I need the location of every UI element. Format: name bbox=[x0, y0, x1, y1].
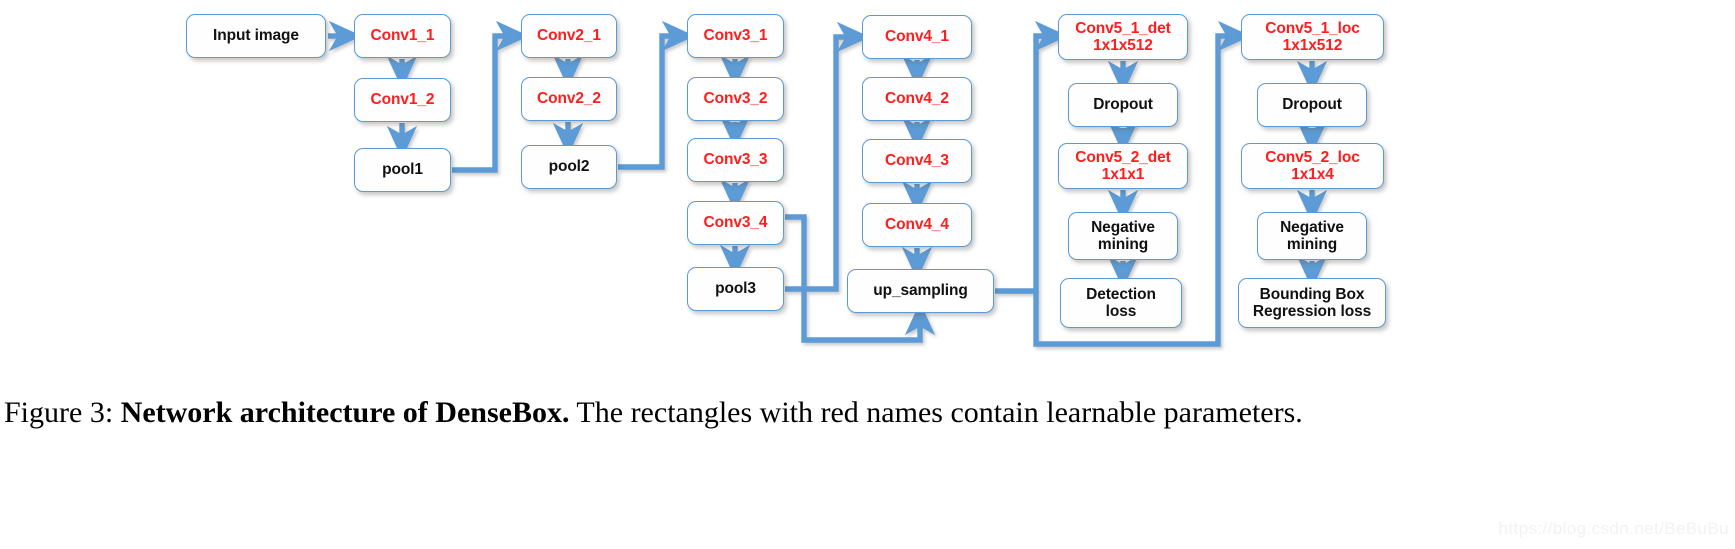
node-input: Input image bbox=[186, 14, 326, 58]
node-conv4_1: Conv4_1 bbox=[862, 15, 972, 59]
node-pool1: pool1 bbox=[354, 148, 451, 192]
node-label: Conv2_2 bbox=[537, 90, 601, 108]
node-dropout_loc: Dropout bbox=[1257, 83, 1367, 127]
node-conv5_2_det: Conv5_2_det 1x1x1 bbox=[1058, 143, 1188, 189]
node-conv5_2_loc: Conv5_2_loc 1x1x4 bbox=[1241, 143, 1384, 189]
node-conv4_4: Conv4_4 bbox=[862, 203, 972, 247]
node-label: Conv1_2 bbox=[370, 91, 435, 109]
node-label: Conv3_1 bbox=[703, 27, 768, 45]
node-conv3_4: Conv3_4 bbox=[687, 201, 784, 245]
node-label: pool2 bbox=[548, 158, 590, 176]
node-conv5_1_det: Conv5_1_det 1x1x512 bbox=[1058, 14, 1188, 60]
node-conv3_3: Conv3_3 bbox=[687, 138, 784, 182]
node-conv4_2: Conv4_2 bbox=[862, 77, 972, 121]
node-conv3_2: Conv3_2 bbox=[687, 77, 784, 121]
node-pool3: pool3 bbox=[687, 267, 784, 311]
node-label: Negative mining bbox=[1280, 218, 1344, 253]
node-label: up_sampling bbox=[873, 282, 968, 300]
node-det_loss: Detection loss bbox=[1060, 278, 1182, 328]
figure-caption: Figure 3: Network architecture of DenseB… bbox=[4, 392, 1730, 435]
figure-title: Network architecture of DenseBox. bbox=[120, 396, 570, 429]
diagram-connectors bbox=[328, 20, 1328, 347]
watermark-text: https://blog.csdn.net/BeBuBu bbox=[1498, 519, 1729, 538]
figure-canvas: Input image Conv1_1 Conv1_2 pool1 Conv2_1 Con… bbox=[0, 0, 1735, 549]
node-label: Detection loss bbox=[1086, 285, 1156, 320]
node-conv1_1: Conv1_1 bbox=[354, 14, 451, 58]
node-label: Conv5_2_loc 1x1x4 bbox=[1265, 148, 1360, 183]
node-conv5_1_loc: Conv5_1_loc 1x1x512 bbox=[1241, 14, 1384, 60]
node-pool2: pool2 bbox=[521, 145, 617, 189]
node-label: Conv3_2 bbox=[703, 90, 768, 108]
node-label: Conv1_1 bbox=[370, 27, 435, 45]
node-up_sampling: up_sampling bbox=[847, 269, 994, 313]
node-label: Negative mining bbox=[1091, 218, 1155, 253]
node-conv4_3: Conv4_3 bbox=[862, 139, 972, 183]
node-label: Conv4_1 bbox=[885, 28, 949, 46]
figure-label: Figure 3: bbox=[4, 396, 114, 429]
node-conv3_1: Conv3_1 bbox=[687, 14, 784, 58]
node-label: Conv2_1 bbox=[537, 27, 601, 45]
node-bbox_loss: Bounding Box Regression loss bbox=[1238, 278, 1386, 328]
node-neg_min_det: Negative mining bbox=[1068, 212, 1178, 260]
node-label: Dropout bbox=[1282, 96, 1342, 114]
node-label: Conv4_4 bbox=[885, 216, 949, 234]
node-label: Conv5_1_loc 1x1x512 bbox=[1265, 19, 1360, 54]
node-label: Dropout bbox=[1093, 96, 1153, 114]
node-label: Conv5_2_det 1x1x1 bbox=[1075, 148, 1171, 183]
node-label: Conv5_1_det 1x1x512 bbox=[1075, 19, 1171, 54]
node-conv2_2: Conv2_2 bbox=[521, 77, 617, 121]
node-label: Conv4_3 bbox=[885, 152, 949, 170]
node-label: pool3 bbox=[715, 280, 756, 298]
node-label: Conv4_2 bbox=[885, 90, 949, 108]
node-label: Conv3_4 bbox=[703, 214, 768, 232]
figure-body: The rectangles with red names contain le… bbox=[569, 396, 1303, 429]
node-label: pool1 bbox=[382, 161, 423, 179]
node-neg_min_loc: Negative mining bbox=[1257, 212, 1367, 260]
node-label: Input image bbox=[213, 27, 299, 45]
node-conv1_2: Conv1_2 bbox=[354, 78, 451, 122]
node-dropout_det: Dropout bbox=[1068, 83, 1178, 127]
node-label: Bounding Box Regression loss bbox=[1252, 285, 1372, 320]
node-label: Conv3_3 bbox=[703, 151, 768, 169]
node-conv2_1: Conv2_1 bbox=[521, 14, 617, 58]
